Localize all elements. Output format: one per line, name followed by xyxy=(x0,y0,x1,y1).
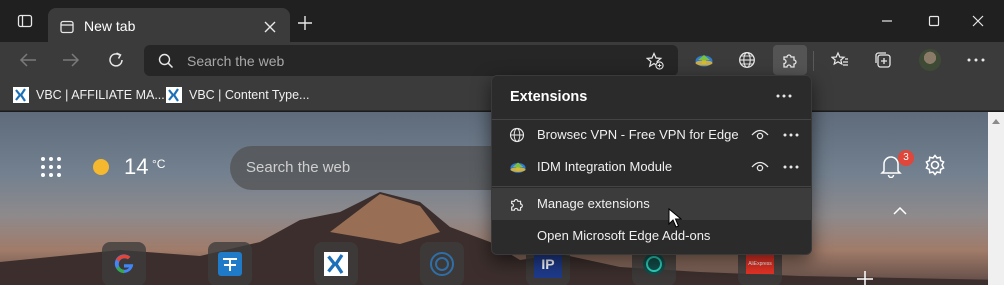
puzzle-icon xyxy=(783,54,797,68)
google-icon xyxy=(114,254,134,274)
chevron-up-icon xyxy=(893,207,907,215)
apps-launcher-button[interactable] xyxy=(40,156,62,178)
add-shortcut-button[interactable] xyxy=(856,270,874,285)
forward-arrow-icon xyxy=(63,53,80,67)
favorite-label: VBC | Content Type... xyxy=(189,88,310,102)
extensions-button[interactable] xyxy=(773,45,807,75)
close-icon xyxy=(972,15,984,27)
translate-icon xyxy=(218,252,242,276)
extension-name: Browsec VPN - Free VPN for Edge xyxy=(537,127,739,142)
circle-logo-icon xyxy=(430,252,454,276)
extension-name: IDM Integration Module xyxy=(537,159,673,174)
tab-actions-button[interactable] xyxy=(2,6,48,36)
tab-actions-icon xyxy=(17,14,33,28)
quick-link-tile[interactable] xyxy=(314,242,358,285)
panel-divider xyxy=(492,186,811,187)
avatar xyxy=(919,49,941,71)
add-favorite-icon[interactable] xyxy=(646,52,664,70)
favorites-button[interactable] xyxy=(823,45,857,75)
favorites-icon xyxy=(831,51,848,66)
more-horizontal-icon xyxy=(776,94,792,98)
search-icon xyxy=(158,53,174,69)
edge-addons-label: Open Microsoft Edge Add-ons xyxy=(537,228,711,243)
quick-link-tile[interactable] xyxy=(102,242,146,285)
vbc-logo-icon xyxy=(166,87,182,103)
ntp-search-box[interactable]: Search the web xyxy=(230,146,530,190)
back-arrow-icon xyxy=(19,53,36,67)
collections-icon xyxy=(875,52,891,68)
profile-button[interactable] xyxy=(913,45,947,75)
title-bar: New tab xyxy=(0,0,1004,46)
more-horizontal-icon xyxy=(967,58,985,62)
manage-extensions-item[interactable]: Manage extensions xyxy=(492,188,811,220)
scroll-up-arrow-icon[interactable] xyxy=(992,118,1000,124)
gear-icon xyxy=(925,154,945,176)
favorite-item[interactable]: VBC | Content Type... xyxy=(166,85,309,105)
vbc-logo-icon xyxy=(324,252,348,276)
plus-icon xyxy=(857,271,873,285)
notifications-button[interactable]: 3 xyxy=(880,150,914,178)
extensions-more-button[interactable] xyxy=(776,94,792,98)
toolbar: Search the web xyxy=(0,42,1004,79)
maximize-button[interactable] xyxy=(911,6,957,36)
extensions-panel-title: Extensions xyxy=(510,89,588,105)
ip-logo-text: IP xyxy=(541,256,555,272)
refresh-icon xyxy=(109,52,123,67)
idm-icon xyxy=(510,162,526,173)
favorite-label: VBC | AFFILIATE MA... xyxy=(36,88,165,102)
notification-badge: 3 xyxy=(898,150,914,166)
idm-extension-button[interactable] xyxy=(687,45,721,75)
tab-new-tab[interactable]: New tab xyxy=(48,8,290,46)
edge-addons-item[interactable]: Open Microsoft Edge Add-ons xyxy=(492,220,811,252)
maximize-icon xyxy=(928,15,940,27)
manage-extensions-label: Manage extensions xyxy=(537,196,650,211)
extensions-panel: Extensions Browsec VPN - Free VPN for Ed… xyxy=(491,75,812,255)
aliexpress-logo: AliExpress xyxy=(746,254,774,274)
aliexpress-logo-text: AliExpress xyxy=(748,261,772,267)
globe-icon xyxy=(509,127,525,143)
favorite-item[interactable]: VBC | AFFILIATE MA... xyxy=(13,85,165,105)
quick-link-tile[interactable] xyxy=(208,242,252,285)
scrollbar[interactable] xyxy=(988,112,1004,285)
address-bar[interactable]: Search the web xyxy=(144,45,678,76)
tab-title: New tab xyxy=(84,18,136,34)
address-bar-placeholder: Search the web xyxy=(187,53,285,69)
idm-icon xyxy=(695,55,713,67)
sun-icon xyxy=(93,159,109,175)
extension-item-idm[interactable]: IDM Integration Module xyxy=(492,151,811,183)
temperature-value: 14 xyxy=(124,154,149,179)
close-tab-icon[interactable] xyxy=(264,21,276,33)
plus-icon xyxy=(298,16,312,30)
temperature-unit: °C xyxy=(152,157,166,171)
quick-link-tile[interactable] xyxy=(420,242,464,285)
vbc-logo-icon xyxy=(13,87,29,103)
settings-more-button[interactable] xyxy=(959,45,993,75)
puzzle-icon xyxy=(511,198,523,211)
minimize-button[interactable] xyxy=(864,6,910,36)
more-horizontal-icon[interactable] xyxy=(783,133,799,137)
browsec-extension-button[interactable] xyxy=(730,45,764,75)
forward-button[interactable] xyxy=(54,45,88,75)
extension-item-browsec[interactable]: Browsec VPN - Free VPN for Edge xyxy=(492,119,811,151)
collections-button[interactable] xyxy=(866,45,900,75)
minimize-icon xyxy=(882,20,892,22)
grid-icon xyxy=(41,157,61,177)
more-horizontal-icon[interactable] xyxy=(783,165,799,169)
ntp-search-placeholder: Search the web xyxy=(246,159,351,176)
eye-icon[interactable] xyxy=(751,129,769,141)
toolbar-divider xyxy=(813,51,814,71)
refresh-button[interactable] xyxy=(99,45,133,75)
page-settings-button[interactable] xyxy=(924,154,946,176)
back-button[interactable] xyxy=(11,45,45,75)
globe-icon xyxy=(739,52,755,68)
new-tab-page-icon xyxy=(60,20,74,34)
eye-icon[interactable] xyxy=(751,161,769,173)
mouse-cursor-icon xyxy=(668,208,682,228)
new-tab-button[interactable] xyxy=(282,8,328,38)
close-window-button[interactable] xyxy=(955,6,1001,36)
collapse-button[interactable] xyxy=(893,207,907,215)
